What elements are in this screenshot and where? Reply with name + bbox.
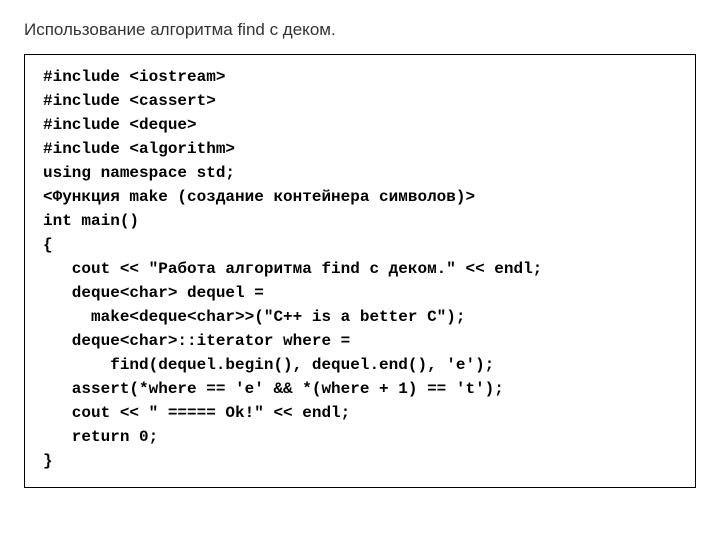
code-line: find(dequel.begin(), dequel.end(), 'e'); [43, 353, 677, 377]
code-frame: #include <iostream>#include <cassert>#in… [24, 54, 696, 488]
code-line: using namespace std; [43, 161, 677, 185]
code-line: #include <iostream> [43, 65, 677, 89]
document-page: Использование алгоритма find с деком. #i… [0, 0, 720, 508]
code-line: int main() [43, 209, 677, 233]
code-line: deque<char> dequel = [43, 281, 677, 305]
code-block: #include <iostream>#include <cassert>#in… [43, 65, 677, 473]
code-line: cout << "Работа алгоритма find с деком."… [43, 257, 677, 281]
code-line: { [43, 233, 677, 257]
code-line: #include <deque> [43, 113, 677, 137]
code-line: assert(*where == 'e' && *(where + 1) == … [43, 377, 677, 401]
code-line: cout << " ===== Ok!" << endl; [43, 401, 677, 425]
code-line: deque<char>::iterator where = [43, 329, 677, 353]
code-line: make<deque<char>>("C++ is a better C"); [43, 305, 677, 329]
code-line: } [43, 449, 677, 473]
code-line: #include <algorithm> [43, 137, 677, 161]
code-line: return 0; [43, 425, 677, 449]
code-line: <Функция make (создание контейнера симво… [43, 185, 677, 209]
code-line: #include <cassert> [43, 89, 677, 113]
page-title: Использование алгоритма find с деком. [24, 20, 696, 40]
